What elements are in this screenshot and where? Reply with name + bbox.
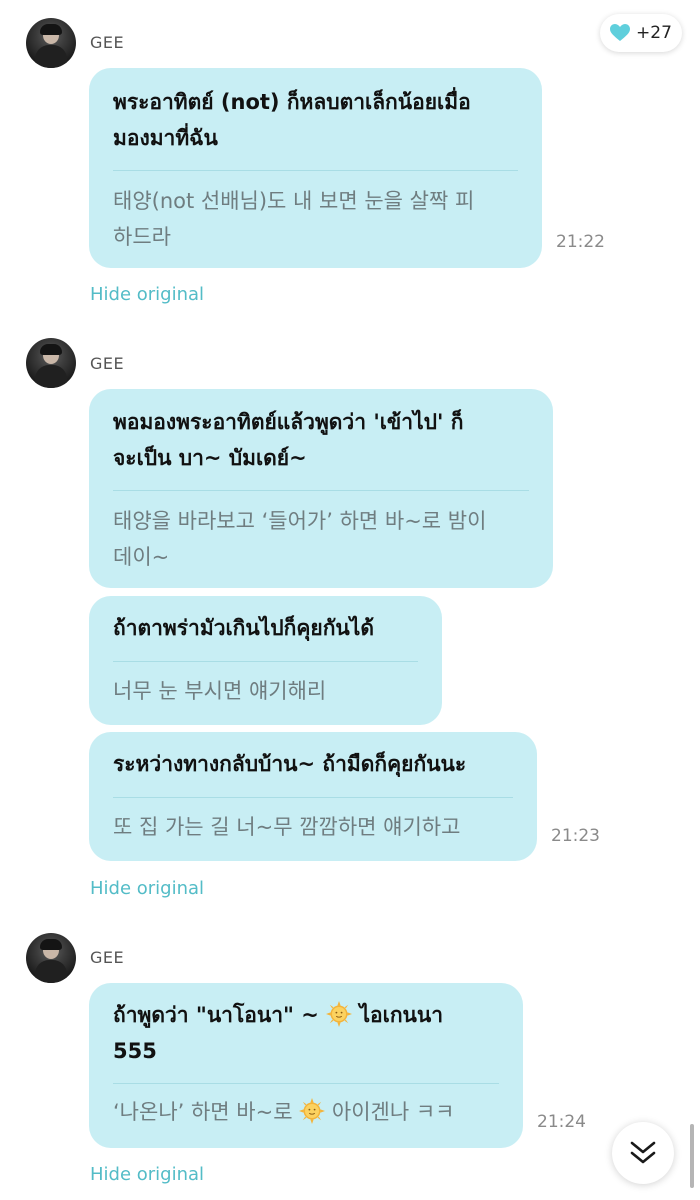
message-time: 21:22 <box>556 232 605 252</box>
message-bubble[interactable]: พอมองพระอาทิตย์แล้วพูดว่า 'เข้าไป' ก็ จะ… <box>89 389 553 588</box>
original-text: ‘나온나’ 하면 바~로 아이겐나 ㅋㅋ <box>113 1084 499 1130</box>
avatar[interactable] <box>26 338 76 388</box>
message-time: 21:24 <box>537 1112 586 1132</box>
sun-face-emoji-icon <box>326 1001 353 1027</box>
hide-original-link[interactable]: Hide original <box>90 284 204 305</box>
reaction-pill[interactable]: +27 <box>600 14 682 52</box>
translated-text: ระหว่างทางกลับบ้าน~ ถ้ามืดก็คุยกันนะ <box>113 752 467 776</box>
original-text: 또 집 가는 길 너~무 깜깜하면 얘기하고 <box>113 815 461 839</box>
message-bubble[interactable]: ถ้าพูดว่า "นาโอนา" ~ ไอเกนนา 555 ‘나온나’ 하면… <box>89 983 523 1148</box>
translated-text: ถ้าตาพร่ามัวเกินไปก็คุยกันได้ <box>113 616 374 640</box>
hide-original-link[interactable]: Hide original <box>90 878 204 899</box>
translated-text: ถ้าพูดว่า "นาโอนา" ~ ไอเกนนา 555 <box>113 983 499 1081</box>
original-text-part: ‘나온나’ 하면 바~로 <box>113 1100 300 1124</box>
original-text: 태양을 바라보고 ‘들어가’ 하면 바~로 밤이 데이~ <box>113 509 487 569</box>
hide-original-link[interactable]: Hide original <box>90 1164 204 1185</box>
author-name: GEE <box>90 948 125 967</box>
scroll-to-bottom-button[interactable] <box>612 1122 674 1184</box>
scrollbar[interactable] <box>690 1124 694 1188</box>
translated-text-part: 555 <box>113 1039 157 1063</box>
message-bubble[interactable]: ถ้าตาพร่ามัวเกินไปก็คุยกันได้ 너무 눈 부시면 얘… <box>89 596 442 725</box>
avatar[interactable] <box>26 18 76 68</box>
sun-face-emoji-icon <box>299 1098 326 1124</box>
author-name: GEE <box>90 354 125 373</box>
original-text: 너무 눈 부시면 얘기해리 <box>113 679 327 703</box>
translated-text: พระอาทิตย์ (not) ก็หลบตาเล็กน้อยเมื่อ มอ… <box>113 90 471 150</box>
heart-icon <box>610 24 631 41</box>
author-name: GEE <box>90 33 125 52</box>
reaction-count: +27 <box>636 23 672 43</box>
message-bubble[interactable]: พระอาทิตย์ (not) ก็หลบตาเล็กน้อยเมื่อ มอ… <box>89 68 542 268</box>
avatar[interactable] <box>26 933 76 983</box>
message-bubble[interactable]: ระหว่างทางกลับบ้าน~ ถ้ามืดก็คุยกันนะ 또 집… <box>89 732 537 861</box>
translated-text-part: ถ้าพูดว่า "นาโอนา" ~ <box>113 1003 327 1027</box>
original-text: 태양(not 선배님)도 내 보면 눈을 살짝 피 하드라 <box>113 189 475 249</box>
translated-text-part: ไอเกนนา <box>352 1003 444 1027</box>
translated-text: พอมองพระอาทิตย์แล้วพูดว่า 'เข้าไป' ก็ จะ… <box>113 410 464 470</box>
double-chevron-down-icon <box>630 1141 656 1164</box>
original-text-part: 아이겐나 ㅋㅋ <box>325 1100 455 1124</box>
message-time: 21:23 <box>551 826 600 846</box>
